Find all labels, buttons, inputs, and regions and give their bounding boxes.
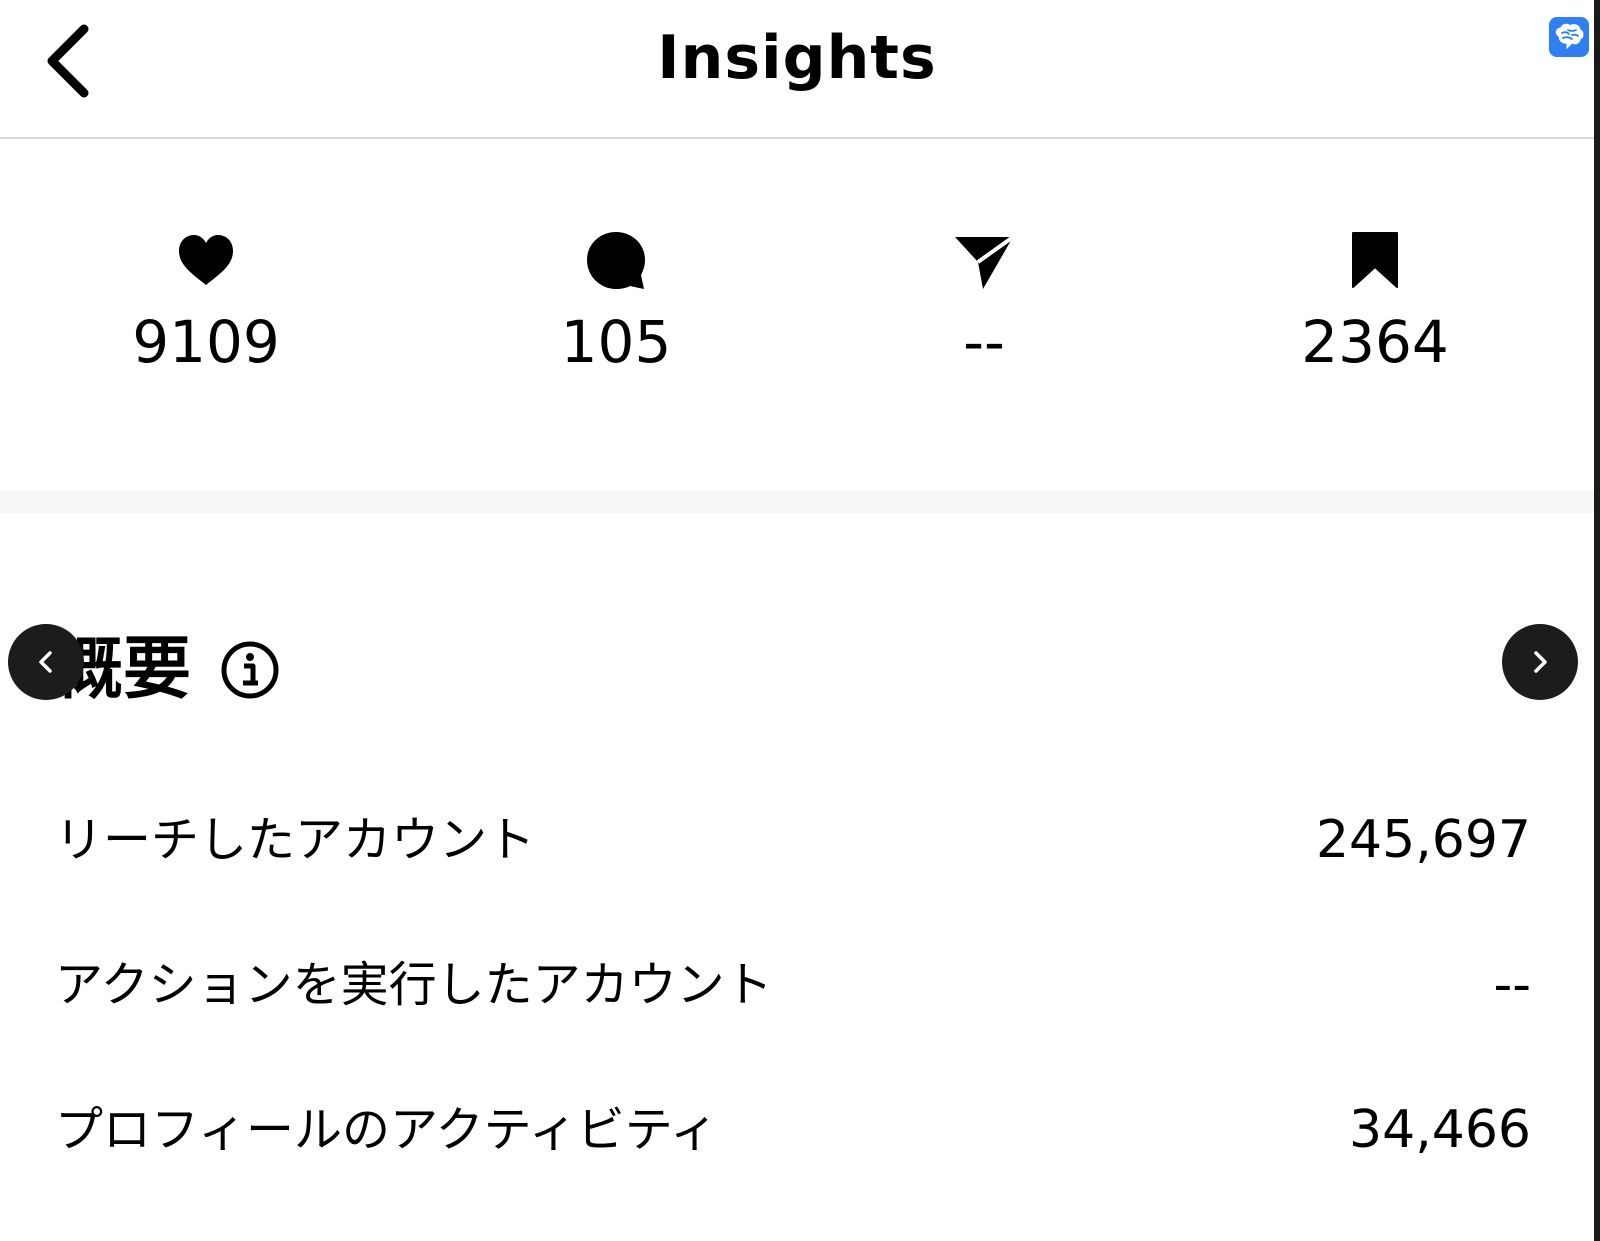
top-bar: Insights <box>0 0 1594 139</box>
metric-row-accounts-engaged[interactable]: アクションを実行したアカウント -- <box>55 945 1531 1025</box>
chevron-right-icon <box>1534 651 1547 673</box>
metric-label: アクションを実行したアカウント <box>55 957 773 1013</box>
metric-row-accounts-reached[interactable]: リーチしたアカウント 245,697 <box>55 800 1531 880</box>
metric-label: リーチしたアカウント <box>55 812 536 868</box>
metric-value: -- <box>1493 955 1531 1015</box>
carousel-next-button[interactable] <box>1502 624 1578 700</box>
metric-value: 245,697 <box>1315 810 1531 870</box>
page-title: Insights <box>657 23 937 93</box>
metric-row-profile-activity[interactable]: プロフィールのアクティビティ 34,466 <box>55 1090 1531 1170</box>
info-icon[interactable] <box>220 640 280 700</box>
metric-label: プロフィールのアクティビティ <box>55 1102 718 1158</box>
heart-icon <box>179 235 233 285</box>
bookmark-icon <box>1352 232 1398 288</box>
engagement-stats: 9109 105 -- 2364 <box>0 139 1594 491</box>
section-divider <box>0 491 1594 513</box>
comment-icon <box>587 232 645 289</box>
window-edge <box>1594 0 1600 1241</box>
send-icon <box>955 235 1014 289</box>
chevron-left-icon <box>39 651 52 673</box>
extension-button[interactable] <box>1549 17 1589 57</box>
brain-icon <box>1555 23 1584 50</box>
metric-value: 34,466 <box>1349 1100 1531 1160</box>
carousel-prev-button[interactable] <box>8 624 84 700</box>
comments-count: 105 <box>560 308 672 376</box>
shares-count: -- <box>963 308 1005 376</box>
likes-count: 9109 <box>132 308 280 376</box>
saves-count: 2364 <box>1301 308 1449 376</box>
